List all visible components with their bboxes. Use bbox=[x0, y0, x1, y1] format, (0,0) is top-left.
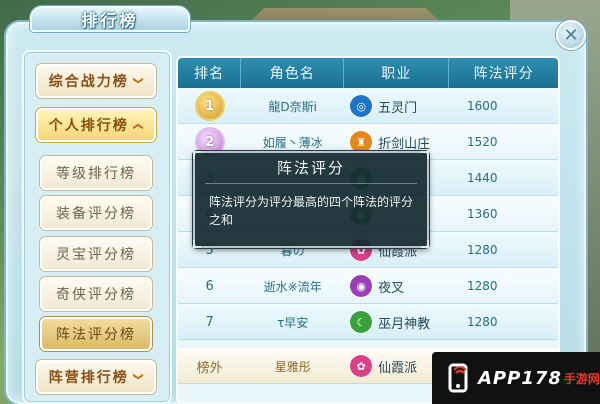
sword-hilt-icon: ♜ bbox=[350, 131, 373, 153]
menu-sub-formation[interactable]: 阵法评分榜 bbox=[40, 317, 152, 351]
menu-category-label: 综合战力榜 bbox=[48, 74, 129, 90]
tooltip-corner bbox=[193, 240, 201, 248]
player-class: 折剑山庄 bbox=[378, 136, 431, 152]
rank-number: 6 bbox=[205, 278, 214, 294]
self-name: 星雅彤 bbox=[274, 359, 311, 374]
menu-sub-label: 灵宝评分榜 bbox=[56, 247, 136, 263]
menu-category-label: 阵营排行榜 bbox=[48, 370, 129, 386]
header-name: 角色名 bbox=[241, 58, 345, 88]
gold-medal-icon: 1 bbox=[196, 93, 223, 119]
formation-score-tooltip: 阵法评分 阵法评分为评分最高的四个阵法的评分之和 bbox=[193, 151, 429, 248]
menu-category-personal[interactable]: 个人排行榜 ❯ bbox=[36, 108, 156, 142]
watermark-text: APP178 bbox=[478, 367, 562, 389]
pink-lotus-icon: ✿ bbox=[350, 355, 373, 377]
menu-category-label: 个人排行榜 bbox=[48, 118, 129, 134]
menu-sub-label: 装备评分榜 bbox=[56, 206, 136, 222]
tooltip-corner bbox=[421, 240, 429, 248]
watermark-subtext: 手游网 bbox=[563, 371, 600, 386]
water-swirl-icon: ◎ bbox=[350, 95, 373, 117]
site-watermark: APP178 手游网 bbox=[432, 352, 600, 404]
menu-sub-label: 等级排行榜 bbox=[56, 166, 136, 182]
tooltip-title: 阵法评分 bbox=[276, 159, 345, 177]
menu-sub-label: 奇侠评分榜 bbox=[56, 287, 136, 303]
purple-orb-icon: ◉ bbox=[350, 275, 373, 297]
table-row[interactable]: 1 龍D奈斯i ◎ 五灵门 1600 bbox=[178, 88, 558, 124]
formation-score: 1280 bbox=[467, 243, 498, 257]
tooltip-divider bbox=[205, 183, 417, 184]
player-class: 夜叉 bbox=[378, 280, 405, 296]
chevron-down-icon: ❯ bbox=[132, 75, 144, 87]
table-header: 排名 角色名 职业 阵法评分 bbox=[178, 58, 558, 88]
menu-category-combat-power[interactable]: 综合战力榜 ❯ bbox=[36, 64, 156, 98]
green-moon-icon: ☾ bbox=[350, 311, 373, 333]
menu-category-faction[interactable]: 阵营排行榜 ❯ bbox=[36, 360, 156, 394]
formation-score: 1600 bbox=[467, 99, 498, 113]
formation-score: 1360 bbox=[467, 207, 498, 221]
formation-score: 1280 bbox=[467, 279, 498, 293]
table-row[interactable]: 6 逝水※流年 ◉ 夜叉 1280 bbox=[178, 268, 558, 304]
menu-sub-label: 阵法评分榜 bbox=[56, 327, 136, 343]
panel-title: 排行榜 bbox=[81, 11, 139, 30]
menu-sub-spirit-treasure[interactable]: 灵宝评分榜 bbox=[40, 237, 152, 271]
header-rank: 排名 bbox=[178, 58, 242, 88]
chevron-down-icon: ❯ bbox=[132, 371, 144, 383]
header-class: 职业 bbox=[344, 58, 450, 88]
self-class: 仙霞派 bbox=[378, 360, 418, 376]
player-name: τ早安 bbox=[277, 315, 309, 330]
rank-number: 7 bbox=[205, 314, 214, 330]
player-name: 逝水※流年 bbox=[263, 279, 322, 294]
tooltip-body: 阵法评分为评分最高的四个阵法的评分之和 bbox=[209, 195, 414, 227]
self-rank: 榜外 bbox=[196, 360, 223, 376]
header-score: 阵法评分 bbox=[473, 66, 534, 82]
table-row[interactable]: 7 τ早安 ☾ 巫月神教 1280 bbox=[178, 304, 558, 340]
formation-score: 1440 bbox=[467, 171, 498, 185]
phone-logo-icon bbox=[438, 358, 478, 398]
menu-sub-level[interactable]: 等级排行榜 bbox=[40, 156, 152, 190]
close-button[interactable]: ✕ bbox=[556, 20, 586, 50]
menu-sub-hero[interactable]: 奇侠评分榜 bbox=[40, 277, 152, 311]
chevron-up-icon: ❯ bbox=[132, 119, 144, 131]
rank-number: 2 bbox=[205, 134, 215, 150]
close-icon: ✕ bbox=[563, 24, 579, 46]
rank-number: 1 bbox=[205, 98, 215, 114]
formation-score: 1520 bbox=[467, 135, 498, 149]
menu-sub-equipment[interactable]: 装备评分榜 bbox=[40, 196, 152, 230]
panel-title-tab: 排行榜 bbox=[30, 6, 190, 32]
player-class: 巫月神教 bbox=[378, 316, 431, 332]
player-name: 龍D奈斯i bbox=[268, 99, 317, 114]
formation-score: 1280 bbox=[467, 315, 498, 329]
player-class: 五灵门 bbox=[378, 100, 418, 116]
